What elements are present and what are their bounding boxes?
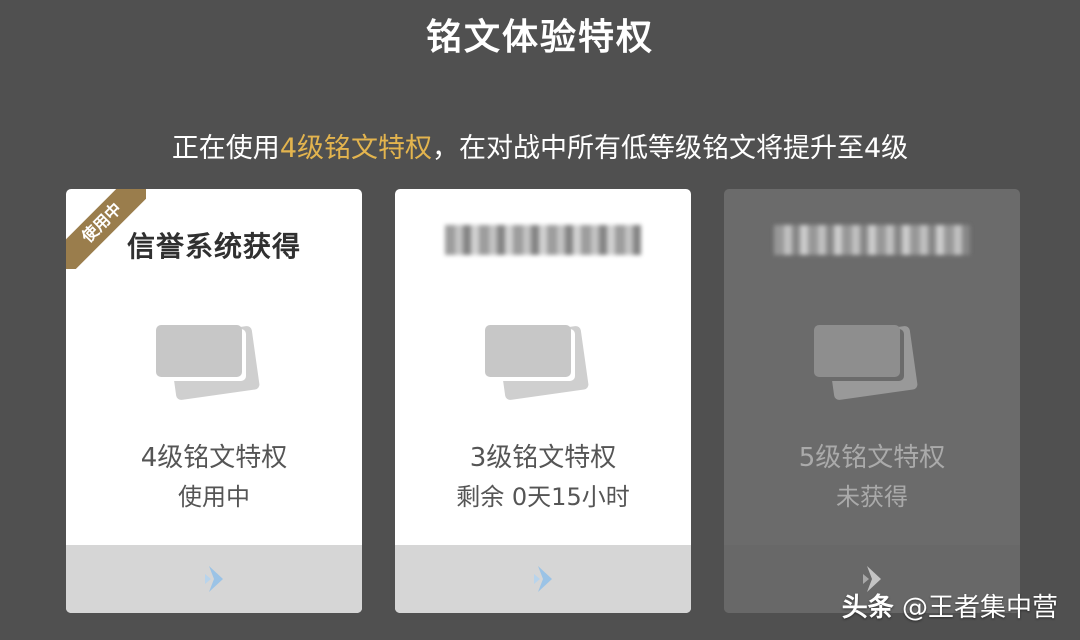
- card-heading: 信誉系统获得: [126, 230, 301, 263]
- card-action-button[interactable]: [66, 545, 362, 613]
- privilege-card-credit[interactable]: 使用中 信誉系统获得 4级铭文特权 使用中: [66, 189, 362, 613]
- watermark-brand: 头条: [841, 593, 894, 623]
- blurred-heading: [445, 225, 641, 255]
- description-prefix: 正在使用: [171, 133, 280, 164]
- description-highlight: 4级铭文特权: [279, 133, 432, 164]
- rune-cards-icon: [154, 321, 274, 405]
- card-status: 使用中: [178, 483, 250, 511]
- card-action-button[interactable]: [395, 545, 691, 613]
- card-level: 5级铭文特权: [798, 443, 946, 473]
- chevron-right-icon: [205, 566, 223, 592]
- chevron-right-icon: [534, 566, 552, 592]
- page-title: 铭文体验特权: [425, 17, 654, 58]
- card-level: 4级铭文特权: [140, 443, 288, 473]
- rune-cards-icon: [483, 321, 603, 405]
- rune-cards-icon: [812, 321, 932, 405]
- privilege-description: 正在使用4级铭文特权，在对战中所有低等级铭文将提升至4级: [0, 126, 1080, 165]
- watermark-handle: @王者集中营: [901, 593, 1058, 623]
- blurred-heading: [774, 225, 970, 255]
- privilege-card-trial[interactable]: 3级铭文特权 剩余 0天15小时: [395, 189, 691, 613]
- card-status: 剩余 0天15小时: [456, 483, 630, 511]
- watermark: 头条 @王者集中营: [842, 587, 1058, 624]
- privilege-card-locked[interactable]: 5级铭文特权 未获得: [724, 189, 1020, 613]
- description-suffix: ，在对战中所有低等级铭文将提升至4级: [432, 133, 909, 164]
- card-status: 未获得: [836, 483, 908, 511]
- card-level: 3级铭文特权: [469, 443, 617, 473]
